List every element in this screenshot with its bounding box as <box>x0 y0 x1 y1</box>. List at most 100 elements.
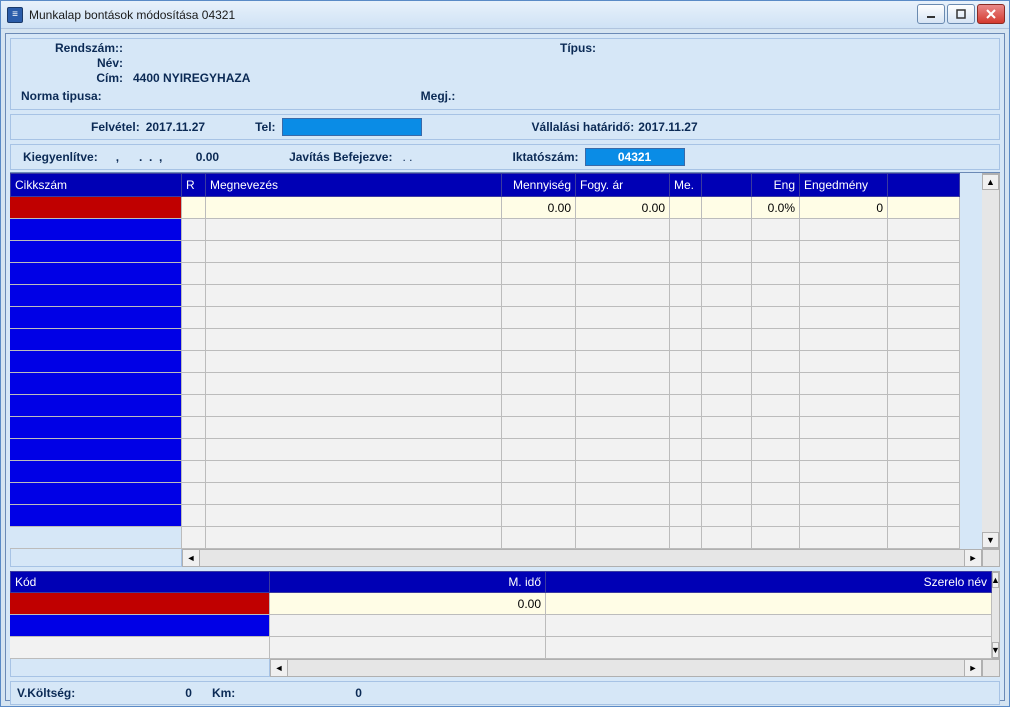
grid-cell[interactable] <box>670 351 702 373</box>
grid-cell[interactable] <box>576 219 670 241</box>
grid-cell[interactable] <box>800 351 888 373</box>
labor-hscroll-track[interactable] <box>288 659 964 677</box>
scroll-left-icon[interactable]: ◄ <box>182 549 200 567</box>
grid-cell[interactable] <box>752 329 800 351</box>
grid-cell[interactable] <box>888 505 960 527</box>
grid-cell[interactable] <box>10 395 182 417</box>
col-r[interactable]: R <box>182 173 206 197</box>
grid-cell[interactable] <box>670 241 702 263</box>
grid-cell[interactable] <box>502 483 576 505</box>
grid-cell[interactable] <box>702 373 752 395</box>
grid-cell[interactable] <box>10 373 182 395</box>
grid-cell[interactable] <box>10 505 182 527</box>
scroll-right-icon[interactable]: ► <box>964 549 982 567</box>
grid-cell[interactable] <box>888 329 960 351</box>
grid-cell[interactable] <box>670 197 702 219</box>
labor-cell[interactable] <box>10 593 270 615</box>
grid-cell[interactable] <box>702 197 752 219</box>
grid-cell[interactable] <box>800 461 888 483</box>
grid-cell[interactable] <box>800 483 888 505</box>
grid-cell[interactable] <box>10 351 182 373</box>
grid-cell[interactable] <box>752 285 800 307</box>
grid-cell[interactable] <box>182 395 206 417</box>
grid-cell[interactable] <box>10 483 182 505</box>
grid-cell[interactable] <box>702 263 752 285</box>
grid-cell[interactable] <box>702 351 752 373</box>
grid-cell[interactable] <box>888 395 960 417</box>
labor-hscrollbar[interactable]: ◄ ► <box>10 659 1000 677</box>
grid-hscrollbar[interactable]: ◄ ► <box>10 549 1000 567</box>
grid-cell[interactable] <box>502 219 576 241</box>
grid-cell[interactable] <box>10 197 182 219</box>
grid-cell[interactable] <box>182 197 206 219</box>
grid-cell[interactable] <box>182 505 206 527</box>
grid-cell[interactable] <box>10 417 182 439</box>
grid-cell[interactable] <box>752 351 800 373</box>
grid-cell[interactable] <box>576 483 670 505</box>
grid-cell[interactable] <box>206 373 502 395</box>
grid-cell[interactable] <box>182 241 206 263</box>
grid-cell[interactable] <box>10 461 182 483</box>
grid-cell[interactable] <box>752 373 800 395</box>
grid-cell[interactable] <box>888 373 960 395</box>
grid-cell[interactable] <box>206 263 502 285</box>
grid-cell[interactable] <box>206 285 502 307</box>
grid-cell[interactable] <box>800 505 888 527</box>
grid-cell[interactable] <box>752 527 800 549</box>
grid-cell[interactable] <box>10 527 182 549</box>
grid-cell[interactable] <box>576 241 670 263</box>
grid-cell[interactable] <box>10 439 182 461</box>
col-szerelo[interactable]: Szerelo név <box>546 571 992 593</box>
grid-cell[interactable] <box>800 527 888 549</box>
grid-cell[interactable] <box>182 329 206 351</box>
close-button[interactable] <box>977 4 1005 24</box>
grid-body[interactable]: 0.000.000.0%0 <box>10 197 982 549</box>
grid-cell[interactable] <box>576 417 670 439</box>
grid-cell[interactable] <box>502 241 576 263</box>
grid-cell[interactable] <box>206 439 502 461</box>
grid-cell[interactable] <box>576 527 670 549</box>
grid-cell[interactable] <box>670 263 702 285</box>
grid-cell[interactable] <box>182 285 206 307</box>
labor-body[interactable]: 0.00 <box>10 593 992 659</box>
grid-cell[interactable] <box>182 461 206 483</box>
grid-cell[interactable] <box>206 395 502 417</box>
grid-cell[interactable] <box>670 285 702 307</box>
grid-cell[interactable] <box>206 307 502 329</box>
grid-cell[interactable] <box>206 527 502 549</box>
grid-cell[interactable] <box>752 307 800 329</box>
grid-cell[interactable] <box>702 483 752 505</box>
grid-cell[interactable] <box>702 219 752 241</box>
grid-cell[interactable] <box>800 395 888 417</box>
grid-cell[interactable] <box>702 505 752 527</box>
grid-cell[interactable] <box>182 417 206 439</box>
grid-cell[interactable] <box>10 241 182 263</box>
grid-cell[interactable] <box>670 395 702 417</box>
grid-cell[interactable] <box>502 527 576 549</box>
grid-cell[interactable] <box>670 417 702 439</box>
minimize-button[interactable] <box>917 4 945 24</box>
grid-cell[interactable] <box>502 395 576 417</box>
grid-cell[interactable] <box>576 505 670 527</box>
grid-cell[interactable]: 0.00 <box>502 197 576 219</box>
grid-cell[interactable] <box>182 219 206 241</box>
grid-cell[interactable] <box>10 285 182 307</box>
grid-cell[interactable] <box>502 329 576 351</box>
grid-cell[interactable] <box>502 505 576 527</box>
grid-cell[interactable] <box>206 197 502 219</box>
grid-cell[interactable] <box>10 263 182 285</box>
grid-cell[interactable] <box>888 241 960 263</box>
labor-cell[interactable] <box>270 615 546 637</box>
grid-cell[interactable] <box>576 263 670 285</box>
grid-cell[interactable] <box>206 461 502 483</box>
grid-cell[interactable] <box>702 439 752 461</box>
grid-cell[interactable] <box>702 307 752 329</box>
grid-cell[interactable] <box>670 505 702 527</box>
grid-cell[interactable] <box>752 417 800 439</box>
grid-cell[interactable] <box>206 329 502 351</box>
grid-cell[interactable] <box>800 373 888 395</box>
grid-cell[interactable] <box>702 285 752 307</box>
grid-cell[interactable] <box>670 219 702 241</box>
grid-cell[interactable] <box>752 241 800 263</box>
labor-cell[interactable] <box>546 615 992 637</box>
